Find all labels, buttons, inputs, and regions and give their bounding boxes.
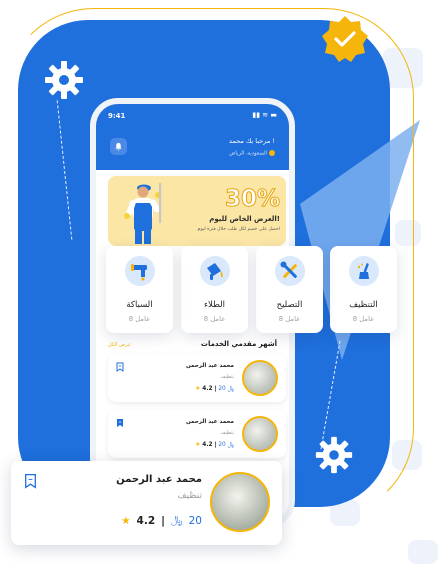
provider-rating: 4.2 [202,442,213,448]
provider-price: 20 [218,442,226,448]
service-count: 8 عامل [203,315,226,323]
service-label: الطلاء [204,300,225,310]
bookmark-filled-icon[interactable] [116,418,124,428]
currency-icon: ﷼ [227,442,234,448]
gear-icon [315,436,353,474]
location-label: السعودية، الرياض [229,150,267,157]
service-count: 8 عامل [128,315,151,323]
bookmark-icon[interactable] [24,473,37,489]
banner-prev-peek [90,176,92,246]
separator: | [161,514,165,527]
featured-provider-price: 20 [188,514,202,527]
separator: | [214,442,217,448]
service-card-painting[interactable]: الطلاء 8 عامل [181,246,248,333]
service-card-repair[interactable]: التصليح 8 عامل [256,246,323,333]
service-label: التنظيف [349,300,378,310]
featured-provider-rating: 4.2 [136,514,156,527]
providers-section-title: أشهر مقدمي الخدمات [200,340,277,348]
featured-provider-meta: ★ 4.2 | ﷼ 20 [121,514,202,527]
provider-name: محمد عبد الرحمن [185,419,234,425]
see-all-link[interactable]: عرض الكل [108,342,131,348]
provider-category: تنظيف [220,374,234,380]
provider-rating: 4.2 [202,386,213,392]
featured-provider-name: محمد عبد الرحمن [116,474,202,485]
star-icon: ★ [195,442,201,448]
provider-card[interactable]: محمد عبد الرحمن تنظيف ★ 4.2 | ﷼ 20 [108,410,286,458]
service-label: التصليح [276,300,303,310]
gear-icon [45,61,83,99]
provider-avatar [242,416,278,452]
app-header: 9:41 ▮▮ ≋ ▬ مرحبا بك محمد ! السعودية، ال… [96,104,289,170]
provider-price: 20 [218,386,226,392]
tools-icon [274,256,305,286]
location-text[interactable]: السعودية، الرياض [229,150,275,157]
offer-subtitle: احصل على خصم لكل طلب خلال فترة ليوم [197,227,280,232]
paint-icon [199,256,230,286]
cleaning-icon [348,256,379,286]
star-icon: ★ [195,386,201,392]
currency-icon: ﷼ [227,386,234,392]
greeting-text: مرحبا بك محمد ! [229,137,275,145]
service-count: 8 عامل [278,315,301,323]
service-label: السباكة [126,300,153,310]
star-icon: ★ [121,514,131,527]
provider-meta: ★ 4.2 | ﷼ 20 [195,386,234,393]
offer-banner[interactable]: 30% العرض الخاص لليوم! احصل على خصم لكل … [108,176,286,246]
provider-card[interactable]: محمد عبد الرحمن تنظيف ★ 4.2 | ﷼ 20 [108,354,286,402]
provider-category: تنظيف [220,430,234,436]
verified-badge-icon [322,16,368,62]
worker-illustration [124,183,162,244]
notifications-button[interactable] [110,138,127,155]
promo-stage: 9:41 ▮▮ ≋ ▬ مرحبا بك محمد ! السعودية، ال… [0,0,443,569]
discount-text: 30% [224,186,280,213]
separator: | [214,386,217,392]
plumbing-icon [124,256,155,286]
currency-icon: ﷼ [171,514,183,526]
bookmark-icon[interactable] [116,362,124,372]
service-count: 8 عامل [352,315,375,323]
featured-provider-card[interactable]: محمد عبد الرحمن تنظيف ★ 4.2 | ﷼ 20 [11,461,282,545]
status-icons: ▮▮ ≋ ▬ [252,111,277,119]
location-pin-icon [269,150,275,156]
bell-icon [115,142,122,151]
featured-provider-category: تنظيف [177,491,202,501]
offer-title: العرض الخاص لليوم! [209,215,280,223]
featured-provider-avatar [210,472,270,532]
provider-avatar [242,360,278,396]
service-card-plumbing[interactable]: السباكة 8 عامل [106,246,173,333]
bg-square [408,540,438,564]
provider-meta: ★ 4.2 | ﷼ 20 [195,442,234,449]
service-card-cleaning[interactable]: التنظيف 8 عامل [330,246,397,333]
provider-name: محمد عبد الرحمن [185,363,234,369]
status-time: 9:41 [108,112,126,120]
